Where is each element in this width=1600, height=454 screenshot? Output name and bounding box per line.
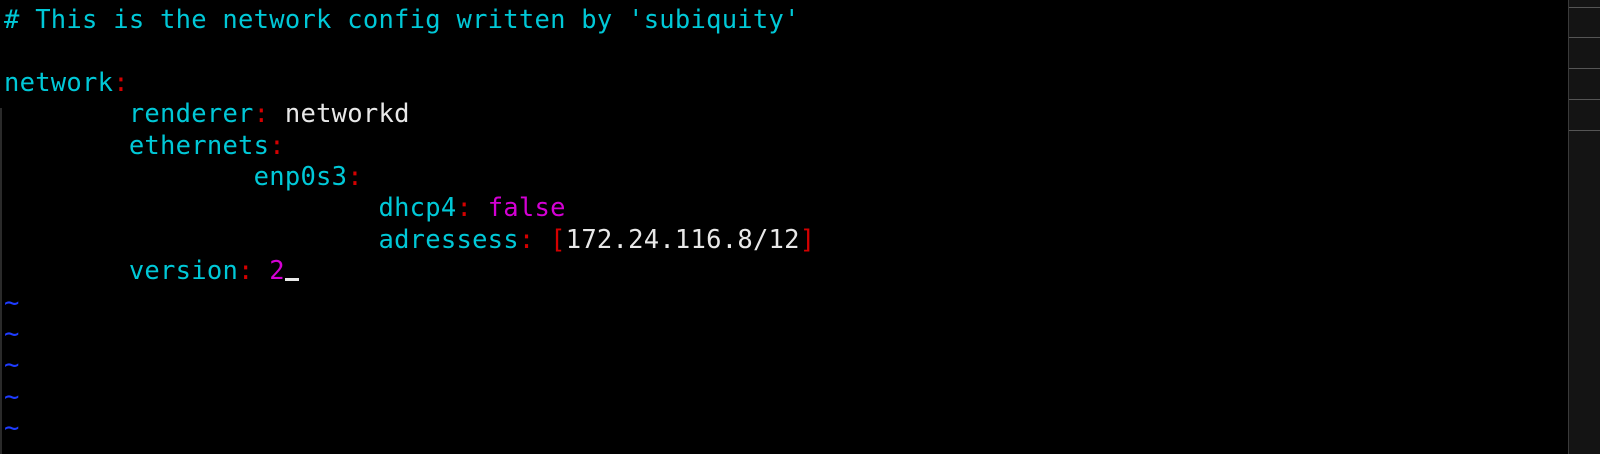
terminal-window[interactable]: # This is the network config written by …	[0, 0, 1568, 454]
iface-key: enp0s3	[253, 161, 348, 192]
colon: :	[347, 161, 363, 192]
colon: :	[253, 99, 270, 130]
scrollbar-divider	[1569, 37, 1600, 38]
addresses-key: adressess	[378, 224, 519, 255]
left-border	[0, 108, 2, 454]
colon: :	[113, 67, 129, 98]
scrollbar-divider	[1569, 130, 1600, 131]
empty-line-marker: ~	[4, 381, 20, 412]
renderer-key: renderer	[128, 99, 254, 130]
dhcp4-value: false	[487, 193, 566, 224]
version-value: 2	[269, 256, 285, 287]
comment-line: # This is the network config written by …	[4, 5, 1568, 36]
bracket-close: ]	[799, 224, 816, 255]
renderer-value: networkd	[284, 99, 410, 130]
scrollbar-track[interactable]	[1568, 0, 1600, 454]
empty-line-marker: ~	[4, 287, 20, 318]
ethernets-key: ethernets	[128, 130, 270, 161]
network-key: network	[4, 67, 114, 98]
colon: :	[518, 224, 535, 255]
version-line: version: 2	[4, 256, 1568, 287]
scrollbar-divider	[1569, 68, 1600, 69]
address-value: 172.24.116.8/12	[565, 224, 800, 255]
iface-line: enp0s3:	[4, 162, 1568, 193]
colon: :	[456, 193, 473, 224]
dhcp4-line: dhcp4: false	[4, 193, 1568, 224]
text-cursor	[284, 278, 299, 282]
empty-line-marker: ~	[4, 413, 20, 444]
dhcp4-key: dhcp4	[378, 193, 457, 224]
addresses-line: adressess: [172.24.116.8/12]	[4, 225, 1568, 256]
scrollbar-divider	[1569, 99, 1600, 100]
vim-editor-buffer[interactable]: # This is the network config written by …	[4, 5, 1568, 444]
empty-line-marker: ~	[4, 318, 20, 349]
renderer-line: renderer: networkd	[4, 99, 1568, 130]
comment-text: # This is the network config written by …	[4, 5, 800, 35]
empty-line-marker: ~	[4, 350, 20, 381]
scrollbar-divider	[1569, 7, 1600, 8]
network-line: network:	[4, 68, 1568, 99]
version-key: version	[128, 256, 239, 287]
colon: :	[269, 130, 285, 161]
ethernets-line: ethernets:	[4, 131, 1568, 162]
bracket-open: [	[550, 224, 566, 255]
colon: :	[238, 256, 254, 287]
